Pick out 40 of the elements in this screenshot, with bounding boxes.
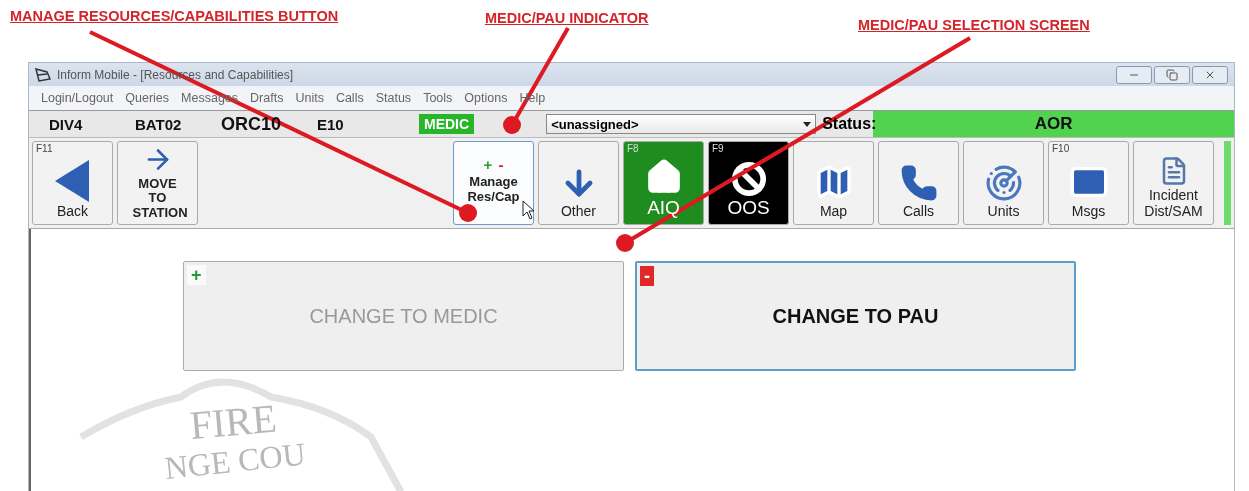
assignment-dropdown[interactable]: <unassigned> bbox=[546, 114, 817, 134]
phone-icon bbox=[899, 163, 938, 202]
annotation-label: MEDIC/PAU INDICATOR bbox=[485, 10, 649, 26]
menu-item[interactable]: Calls bbox=[329, 91, 370, 105]
no-entry-icon bbox=[731, 162, 766, 197]
toolbar-button[interactable]: Map bbox=[793, 141, 874, 225]
app-logo-icon bbox=[35, 67, 51, 82]
toolbar-button[interactable]: Other bbox=[538, 141, 619, 225]
annotation-label: MANAGE RESOURCES/CAPABILITIES BUTTON bbox=[10, 8, 339, 24]
unit-id: BAT02 bbox=[135, 115, 183, 133]
change-button[interactable]: - CHANGE TO PAU bbox=[635, 261, 1076, 371]
restore-button[interactable] bbox=[1154, 65, 1190, 84]
toolbar-button[interactable]: F10 Msgs bbox=[1048, 141, 1129, 225]
toolbar-button[interactable]: + - Manage Res/Cap bbox=[453, 141, 534, 225]
minimize-button[interactable] bbox=[1116, 65, 1152, 84]
toolbar-button[interactable]: MOVE TO STATION bbox=[117, 141, 198, 225]
back-arrow-icon bbox=[54, 159, 91, 202]
unit-id: ORC10 bbox=[221, 113, 283, 135]
menu-item[interactable]: Tools bbox=[417, 91, 459, 105]
restore-icon bbox=[1166, 68, 1178, 81]
unit-id: DIV4 bbox=[49, 115, 84, 133]
capability-indicator: MEDIC bbox=[419, 114, 475, 134]
toolbar-button[interactable]: Incident Dist/SAM bbox=[1133, 141, 1214, 225]
toolbar-button[interactable]: F8 AIQ bbox=[623, 141, 704, 225]
toolbar-button[interactable]: F11 Back bbox=[32, 141, 113, 225]
menu-item[interactable]: Options bbox=[458, 91, 514, 105]
annotation-label: MEDIC/PAU SELECTION SCREEN bbox=[858, 17, 1090, 33]
menu-item[interactable]: Login/Logout bbox=[35, 91, 120, 105]
cursor-icon bbox=[522, 200, 536, 220]
unit-id: E10 bbox=[317, 115, 345, 133]
menu-item[interactable]: Status bbox=[369, 91, 418, 105]
menu-item[interactable]: Queries bbox=[119, 91, 176, 105]
menu-item[interactable]: Drafts bbox=[244, 91, 290, 105]
close-button[interactable] bbox=[1192, 65, 1228, 84]
dropdown-caret-icon bbox=[803, 121, 812, 127]
toolbar-button[interactable]: Calls bbox=[878, 141, 959, 225]
radar-icon bbox=[984, 163, 1023, 202]
menu-item[interactable]: Units bbox=[289, 91, 330, 105]
toolbar-button[interactable]: F9 OOS bbox=[708, 141, 789, 225]
toolbar-button[interactable]: Units bbox=[963, 141, 1044, 225]
